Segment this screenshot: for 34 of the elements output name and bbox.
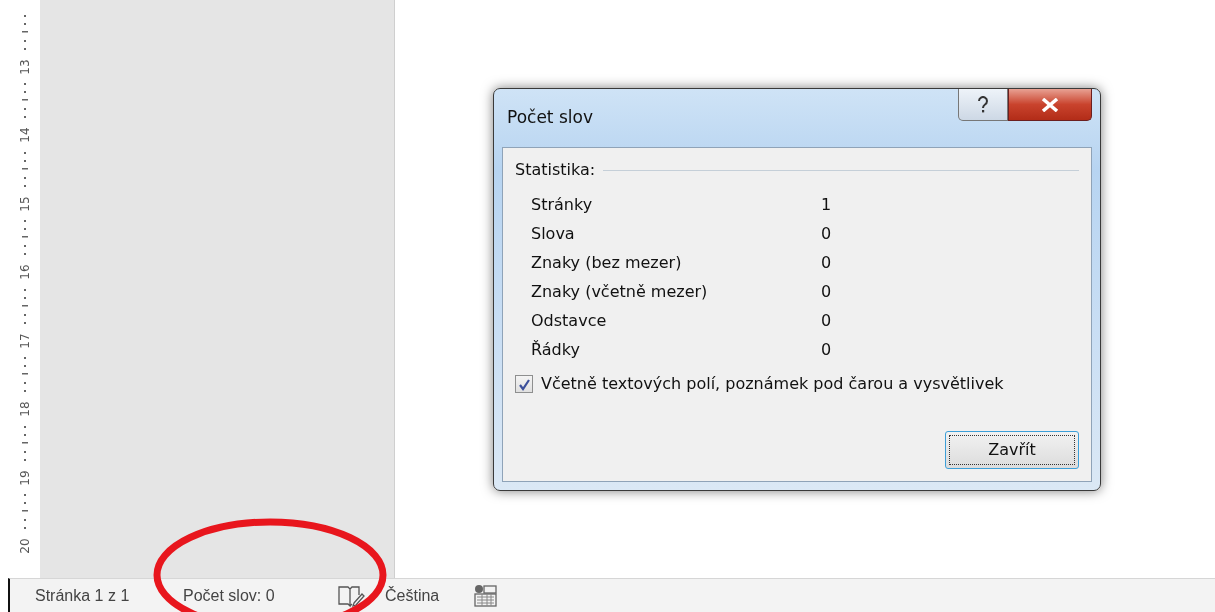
stat-value: 0 [821,280,832,303]
page-count[interactable]: Stránka 1 z 1 [35,583,175,608]
close-dialog-button[interactable]: Zavřít [945,431,1079,469]
ruler-number: 18 [17,400,33,419]
stat-value: 1 [821,193,832,216]
dialog-title: Počet slov [506,106,594,129]
stat-value: 0 [821,251,832,274]
stat-label: Znaky (bez mezer) [531,251,683,274]
ruler-number: 16 [17,263,33,282]
stat-label: Znaky (včetně mezer) [531,280,709,303]
ruler-number: 20 [17,537,33,556]
close-icon [1041,97,1059,112]
stat-label: Slova [531,222,576,245]
ruler-number: 19 [17,468,33,488]
stat-value: 0 [821,309,832,332]
language[interactable]: Čeština [385,583,440,608]
stat-label: Stránky [531,193,594,216]
stat-value: 0 [821,222,832,245]
ruler-number: 13 [17,57,33,77]
help-button[interactable] [958,89,1008,121]
layout-icon[interactable] [473,583,498,608]
word-count[interactable]: Počet slov: 0 [183,583,303,608]
ruler-number: 15 [17,194,33,214]
checkbox-label: Včetně textových polí, poznámek pod čarou a vysvětlivek [541,373,1004,395]
help-icon [977,95,989,114]
ruler-number: 17 [17,331,33,351]
ruler-number: 14 [17,126,33,145]
checkbox[interactable] [515,375,533,393]
close-button[interactable] [1008,89,1092,121]
group-label: Statistika: [515,159,596,181]
stat-value: 0 [821,338,832,361]
stat-label: Odstavce [531,309,608,332]
proofing-icon[interactable] [337,583,365,608]
stat-label: Řádky [531,338,581,361]
